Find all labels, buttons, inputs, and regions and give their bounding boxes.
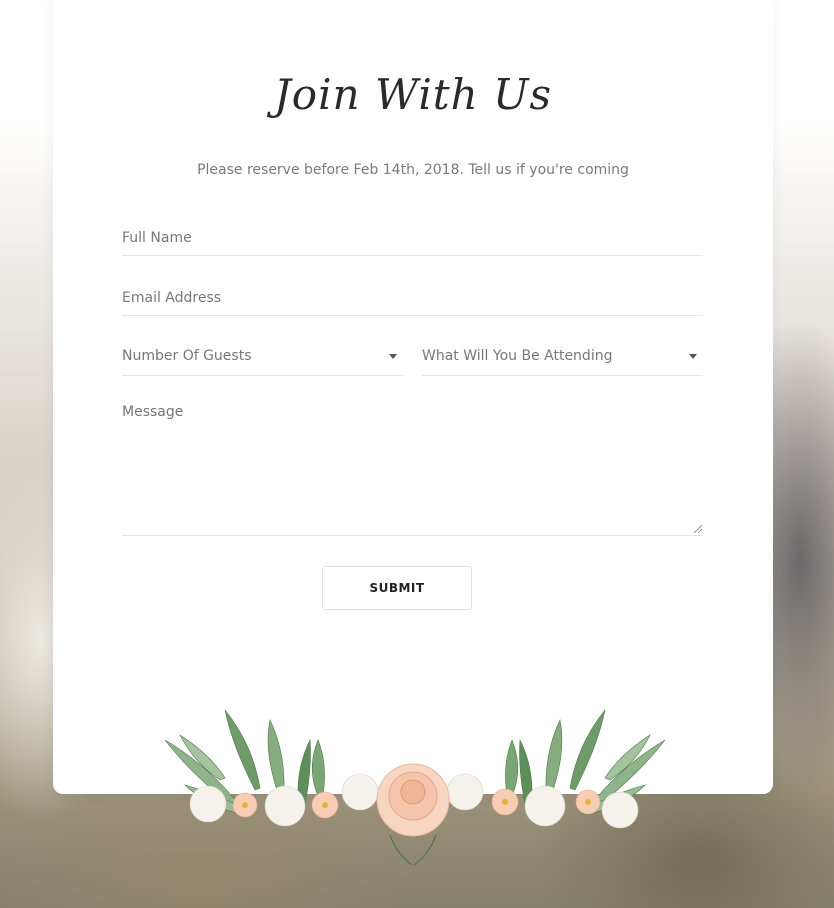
- email-field: [122, 280, 703, 316]
- caret-down-icon: [689, 354, 697, 359]
- guests-select[interactable]: Number Of Guests: [122, 342, 403, 376]
- submit-button[interactable]: SUBMIT: [322, 566, 472, 610]
- rsvp-card: Join With Us Please reserve before Feb 1…: [53, 0, 773, 794]
- email-input[interactable]: [122, 280, 703, 315]
- page-title: Join With Us: [273, 70, 553, 119]
- full-name-input[interactable]: [122, 220, 703, 255]
- page-subtitle: Please reserve before Feb 14th, 2018. Te…: [197, 162, 629, 178]
- guests-select-value: Number Of Guests: [122, 348, 252, 364]
- message-input[interactable]: [122, 400, 703, 539]
- center-rose: [376, 763, 450, 837]
- message-field: [122, 400, 703, 539]
- bottom-stems: [389, 834, 437, 866]
- floral-wreath-image: [164, 709, 666, 866]
- full-name-field: [122, 220, 703, 256]
- attending-select-value: What Will You Be Attending: [422, 348, 613, 364]
- attending-select[interactable]: What Will You Be Attending: [422, 342, 703, 376]
- resize-handle-icon[interactable]: [694, 525, 702, 533]
- caret-down-icon: [389, 354, 397, 359]
